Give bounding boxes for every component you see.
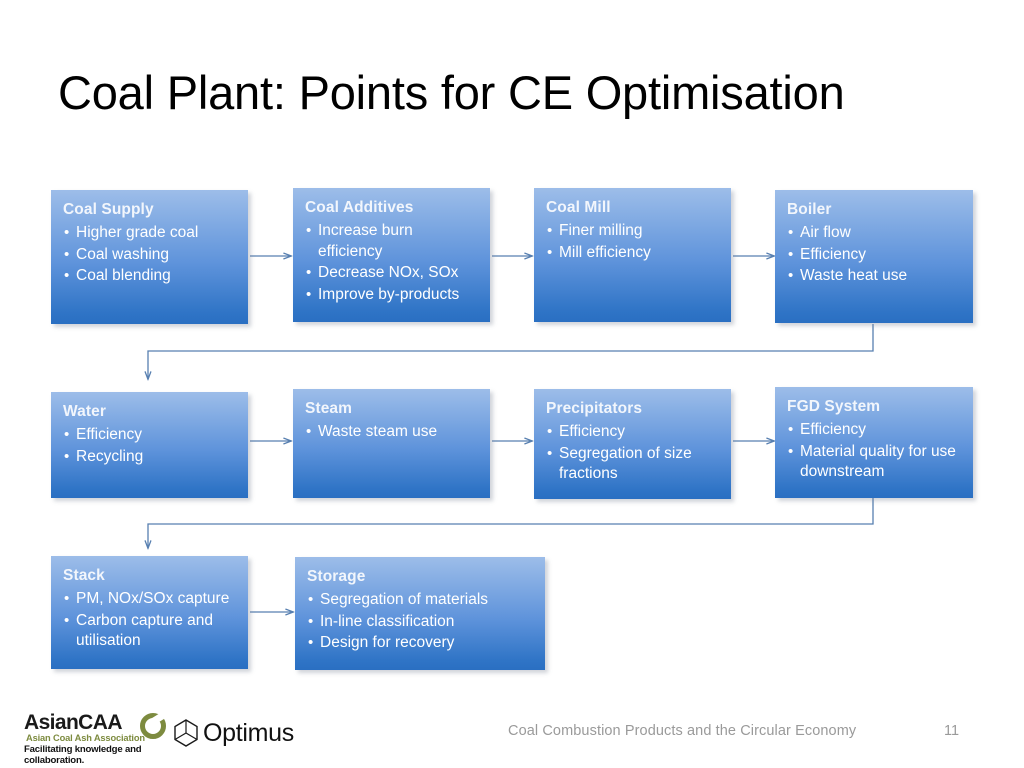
asiancaa-subtitle: Asian Coal Ash Association — [26, 733, 145, 743]
flow-box-title: FGD System — [787, 398, 881, 415]
list-item: Mill efficiency — [546, 243, 721, 264]
asiancaa-wordmark: AsianCAA — [24, 711, 122, 734]
list-item: Efficiency — [63, 425, 238, 446]
list-item: Efficiency — [546, 422, 721, 443]
list-item: Coal blending — [63, 266, 238, 287]
cube-icon — [174, 719, 198, 747]
flow-box-list: Increase burn efficiency Decrease NOx, S… — [305, 221, 480, 305]
list-item: Efficiency — [787, 245, 963, 266]
flow-box-list: Segregation of materials In-line classif… — [307, 590, 535, 654]
flow-box-title: Storage — [307, 568, 366, 585]
asiancaa-tagline: Facilitating knowledge and collaboration… — [24, 744, 142, 766]
flow-box-fgd-system[interactable]: FGD System Efficiency Material quality f… — [775, 387, 973, 498]
flow-box-coal-supply[interactable]: Coal Supply Higher grade coal Coal washi… — [51, 190, 248, 324]
list-item: Improve by-products — [305, 285, 480, 306]
flow-box-precipitators[interactable]: Precipitators Efficiency Segregation of … — [534, 389, 731, 499]
flow-box-title: Precipitators — [546, 400, 643, 417]
optimus-logo: Optimus — [172, 718, 302, 752]
slide-page-number: 11 — [944, 723, 960, 739]
list-item: Higher grade coal — [63, 223, 238, 244]
list-item: PM, NOx/SOx capture — [63, 589, 238, 610]
flow-box-list: Air flow Efficiency Waste heat use — [787, 223, 963, 287]
flow-box-title: Coal Mill — [546, 199, 611, 216]
arrow-fgd-to-stack — [148, 498, 874, 548]
arrow-boiler-to-water — [148, 324, 874, 379]
list-item: Waste steam use — [305, 422, 480, 443]
list-item: Segregation of materials — [307, 590, 535, 611]
flow-box-title: Water — [63, 403, 106, 420]
flow-box-water[interactable]: Water Efficiency Recycling — [51, 392, 248, 498]
flow-box-title: Boiler — [787, 201, 832, 218]
list-item: Finer milling — [546, 221, 721, 242]
list-item: Material quality for use downstream — [787, 442, 963, 483]
list-item: Increase burn efficiency — [305, 221, 480, 262]
flow-box-list: Waste steam use — [305, 422, 480, 443]
flow-box-list: Efficiency Material quality for use down… — [787, 420, 963, 483]
flow-box-coal-additives[interactable]: Coal Additives Increase burn efficiency … — [293, 188, 490, 322]
list-item: In-line classification — [307, 612, 535, 633]
flow-box-coal-mill[interactable]: Coal Mill Finer milling Mill efficiency — [534, 188, 731, 322]
flow-box-list: Efficiency Segregation of size fractions — [546, 422, 721, 485]
list-item: Coal washing — [63, 245, 238, 266]
flow-box-steam[interactable]: Steam Waste steam use — [293, 389, 490, 498]
flow-box-title: Coal Additives — [305, 199, 414, 216]
footer-text: Coal Combustion Products and the Circula… — [508, 723, 857, 739]
page-title: Coal Plant: Points for CE Optimisation — [58, 66, 845, 119]
optimus-wordmark: Optimus — [203, 719, 294, 747]
list-item: Decrease NOx, SOx — [305, 263, 480, 284]
flow-box-boiler[interactable]: Boiler Air flow Efficiency Waste heat us… — [775, 190, 973, 323]
flow-box-title: Stack — [63, 567, 105, 584]
list-item: Segregation of size fractions — [546, 444, 721, 485]
flow-box-list: PM, NOx/SOx capture Carbon capture and u… — [63, 589, 238, 652]
flow-box-title: Steam — [305, 400, 353, 417]
flow-box-list: Efficiency Recycling — [63, 425, 238, 467]
flow-box-storage[interactable]: Storage Segregation of materials In-line… — [295, 557, 545, 670]
flow-box-list: Finer milling Mill efficiency — [546, 221, 721, 263]
list-item: Design for recovery — [307, 633, 535, 654]
flow-box-stack[interactable]: Stack PM, NOx/SOx capture Carbon capture… — [51, 556, 248, 669]
list-item: Waste heat use — [787, 266, 963, 287]
asiancaa-logo: AsianCAA Asian Coal Ash Association Faci… — [24, 711, 174, 766]
flow-box-list: Higher grade coal Coal washing Coal blen… — [63, 223, 238, 287]
list-item: Recycling — [63, 447, 238, 468]
slide-canvas: Coal Plant: Points for CE Optimisation C… — [0, 0, 1024, 768]
list-item: Air flow — [787, 223, 963, 244]
list-item: Efficiency — [787, 420, 963, 441]
flow-box-title: Coal Supply — [63, 201, 154, 218]
list-item: Carbon capture and utilisation — [63, 611, 238, 652]
